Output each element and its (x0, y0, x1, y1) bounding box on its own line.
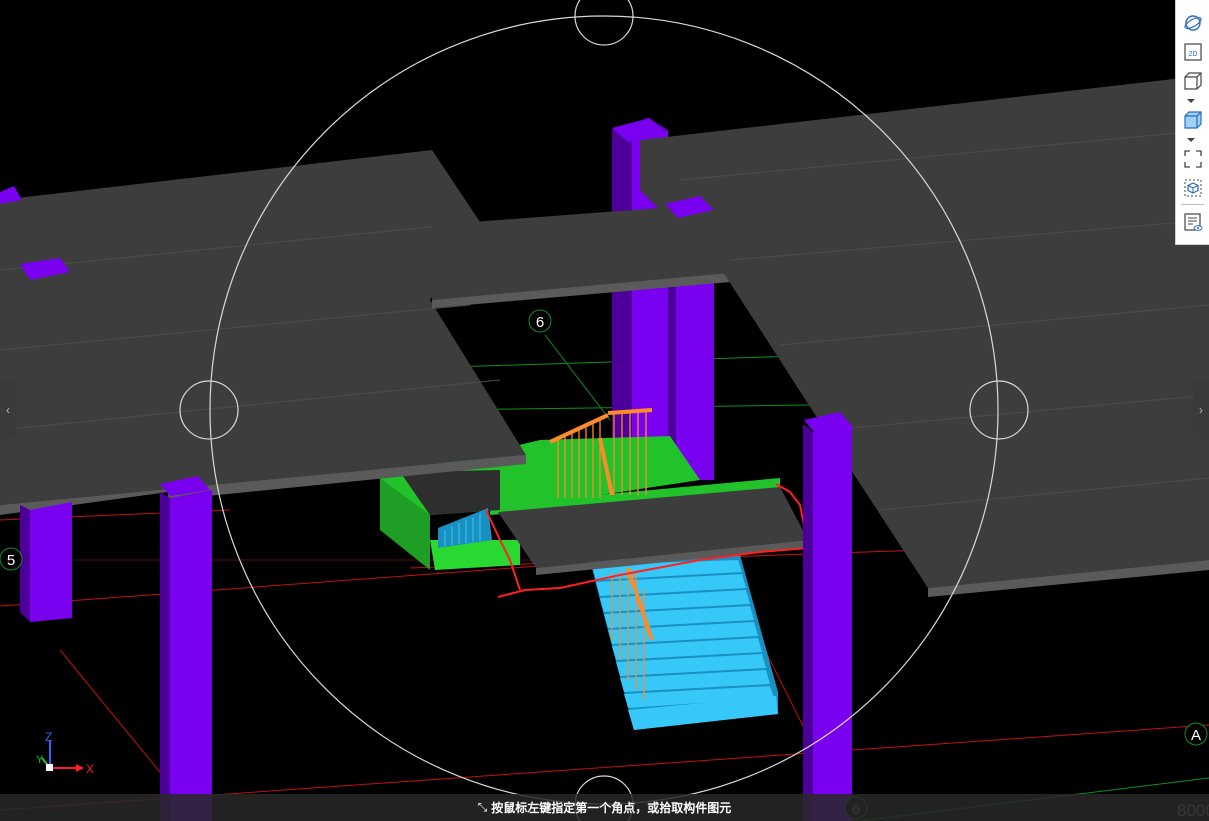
grid-label-6-upper: 6 (528, 309, 552, 333)
svg-text:2D: 2D (1188, 51, 1197, 58)
orbit-button[interactable] (1182, 12, 1203, 33)
view-3d-button[interactable] (1182, 70, 1203, 91)
axis-triad: Z X Y (36, 730, 94, 776)
right-panel-toggle[interactable]: › (1193, 381, 1209, 439)
orbit-handle-top[interactable] (574, 0, 634, 46)
shaded-view-button[interactable] (1182, 109, 1203, 130)
cube-select-button[interactable] (1182, 177, 1203, 198)
status-bar: ⤡ 按鼠标左键指定第一个角点，或拾取构件图元 (0, 794, 1209, 821)
floor-slab-left[interactable] (0, 150, 526, 515)
cursor-corner-icon: ⤡ (477, 800, 488, 814)
chevron-right-icon: › (1199, 403, 1203, 417)
view-2d-icon: 2D (1183, 42, 1202, 61)
display-settings-icon (1183, 212, 1202, 231)
cube-select-icon (1184, 179, 1201, 196)
svg-text:Y: Y (36, 754, 44, 766)
view-2d-button[interactable]: 2D (1182, 41, 1203, 62)
chevron-left-icon: ‹ (6, 403, 10, 417)
status-message: 按鼠标左键指定第一个角点，或拾取构件图元 (491, 801, 732, 815)
orbit-icon (1183, 14, 1202, 31)
grid-label-5: 5 (0, 547, 23, 571)
display-settings-button[interactable] (1182, 211, 1203, 232)
shaded-box-icon (1183, 110, 1202, 129)
svg-text:5: 5 (7, 552, 15, 569)
view-3d-box-icon (1183, 71, 1202, 90)
view-3d-dropdown-caret[interactable] (1187, 99, 1195, 103)
zoom-extents-button[interactable] (1182, 148, 1203, 169)
3d-viewport[interactable]: 6 5 A 6 8000 Z X Y (0, 0, 1209, 821)
stair-lower-flight[interactable] (590, 555, 778, 730)
column-front-center[interactable] (160, 490, 212, 821)
left-panel-toggle[interactable]: ‹ (0, 381, 16, 439)
toolbar-separator (1181, 204, 1204, 205)
grid-label-a: A (1184, 722, 1208, 746)
view-toolbar: 2D (1175, 0, 1209, 245)
svg-text:Z: Z (45, 730, 52, 744)
zoom-extents-icon (1183, 149, 1202, 168)
shaded-view-dropdown-caret[interactable] (1187, 138, 1195, 142)
svg-text:A: A (1191, 727, 1201, 744)
svg-text:X: X (86, 762, 94, 776)
column-front-right[interactable] (803, 424, 852, 821)
column-front-left[interactable] (20, 502, 72, 622)
svg-text:6: 6 (536, 314, 544, 331)
